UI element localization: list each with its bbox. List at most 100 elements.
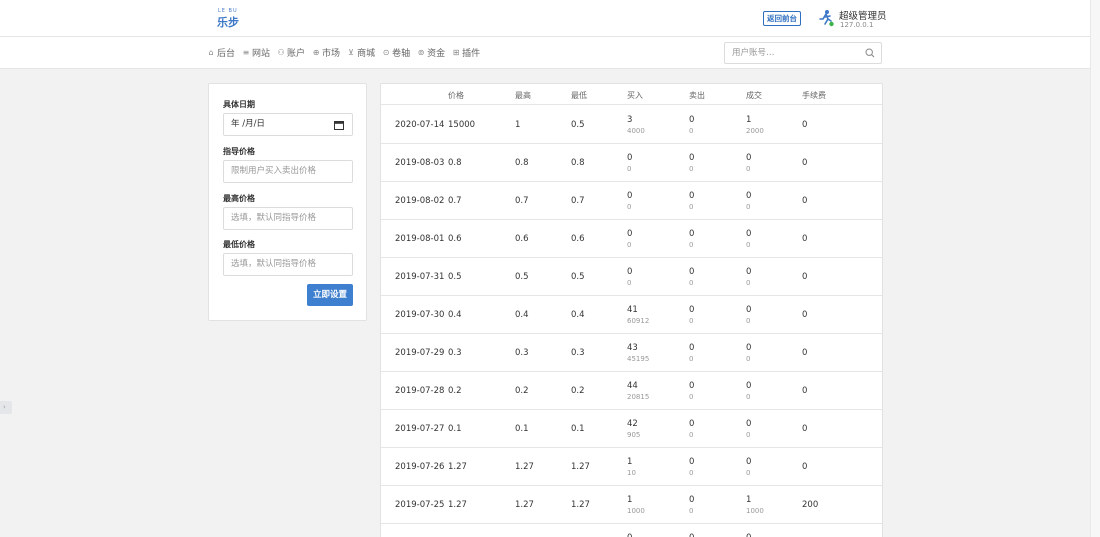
cell-high: 0.5	[515, 272, 529, 282]
table-row: 2019-07-28 0.2 0.2 0.2 44 20815 0 0 0 0 0	[381, 372, 882, 410]
table-header: 价格 最高 最低 买入 卖出 成交 手续费	[381, 84, 882, 105]
cell-sell-amount: 0	[689, 203, 694, 211]
cell-buy-count: 43	[627, 343, 638, 353]
cell-price: 1.27	[448, 462, 467, 472]
column-header-low: 最低	[571, 91, 587, 100]
cell-deal-amount: 0	[746, 355, 751, 363]
nav-item-label: 插件	[462, 49, 481, 59]
low-price-label: 最低价格	[223, 240, 255, 249]
nav-item-label: 商城	[357, 49, 376, 59]
apply-settings-button[interactable]: 立即设置	[307, 284, 353, 306]
guide-price-input[interactable]: 限制用户买入卖出价格	[223, 160, 353, 183]
cell-buy-amount: 0	[627, 241, 632, 249]
cell-buy-amount: 45195	[627, 355, 650, 363]
nav-item-mall[interactable]: ⊻ 商城	[347, 37, 375, 68]
runner-avatar-icon[interactable]	[817, 9, 835, 27]
cell-buy-count: 0	[627, 153, 633, 163]
cell-date: 2019-07-30	[395, 310, 445, 320]
cell-buy-count: 1	[627, 495, 633, 505]
cell-deal-count: 0	[746, 229, 752, 239]
users-icon: ⚇	[277, 47, 285, 57]
cell-sell-amount: 0	[689, 165, 694, 173]
cell-deal-amount: 0	[746, 431, 751, 439]
cell-sell-amount: 0	[689, 355, 694, 363]
grid-icon: ⊞	[452, 47, 460, 57]
nav-bar: ⌂ 后台 ≡ 网站 ⚇ 账户 ⊕ 市场 ⊻ 商城 ⊙ 卷轴 ⊚ 资金 ⊞ 插件	[0, 37, 1090, 69]
high-price-input[interactable]: 选填，默认同指导价格	[223, 207, 353, 230]
cell-high: 0.1	[515, 424, 529, 434]
cell-buy-amount: 20815	[627, 393, 650, 401]
cell-date: 2019-08-01	[395, 234, 445, 244]
page-scrollbar[interactable]	[1090, 0, 1100, 537]
search-icon[interactable]	[865, 48, 875, 58]
search-input[interactable]	[725, 43, 860, 63]
cell-sell-amount: 0	[689, 127, 694, 135]
column-header-deal: 成交	[746, 91, 762, 100]
user-name[interactable]: 超级管理员	[839, 8, 887, 22]
cell-deal-amount: 2000	[746, 127, 764, 135]
nav-item-funds[interactable]: ⊚ 资金	[417, 37, 445, 68]
nav-item-dashboard[interactable]: ⌂ 后台	[207, 37, 235, 68]
nav-item-market[interactable]: ⊕ 市场	[312, 37, 340, 68]
nav-item-scroll[interactable]: ⊙ 卷轴	[382, 37, 410, 68]
nav-menu: ⌂ 后台 ≡ 网站 ⚇ 账户 ⊕ 市场 ⊻ 商城 ⊙ 卷轴 ⊚ 资金 ⊞ 插件	[207, 37, 487, 68]
cell-price: 0.8	[448, 158, 462, 168]
user-ip: 127.0.0.1	[840, 21, 874, 29]
table-row: 2019-07-25 1.27 1.27 1.27 1 1000 0 0 1 1000 200	[381, 486, 882, 524]
date-input[interactable]: 年 /月/日	[223, 113, 353, 136]
nav-item-website[interactable]: ≡ 网站	[242, 37, 270, 68]
cell-deal-count: 0	[746, 381, 752, 391]
cell-sell-amount: 0	[689, 241, 694, 249]
cell-high: 0.2	[515, 386, 529, 396]
user-search-box	[724, 42, 882, 64]
cell-date: 2020-07-14	[395, 120, 445, 130]
cell-price: 15000	[448, 120, 476, 130]
cell-sell-count: 0	[689, 457, 695, 467]
cell-high: 0.7	[515, 196, 529, 206]
table-row: 2019-07-31 0.5 0.5 0.5 0 0 0 0 0 0 0	[381, 258, 882, 296]
high-price-label: 最高价格	[223, 194, 255, 203]
cell-high: 0.8	[515, 158, 529, 168]
nav-item-label: 资金	[427, 49, 446, 59]
cell-deal-amount: 0	[746, 165, 751, 173]
cell-deal-amount: 0	[746, 469, 751, 477]
cell-buy-count: 0	[627, 533, 632, 537]
nav-item-label: 账户	[287, 49, 306, 59]
cell-buy-amount: 0	[627, 279, 632, 287]
nav-item-accounts[interactable]: ⚇ 账户	[277, 37, 305, 68]
side-toggle-tab[interactable]: ›	[0, 401, 12, 414]
cell-deal-amount: 0	[746, 317, 751, 325]
cell-deal-count: 1	[746, 115, 752, 125]
cell-buy-amount: 4000	[627, 127, 645, 135]
cell-fee: 0	[802, 196, 808, 206]
price-setting-panel: 具体日期 年 /月/日 指导价格 限制用户买入卖出价格 最高价格 选填，默认同指…	[208, 83, 367, 321]
cell-fee: 0	[802, 120, 808, 130]
low-price-input[interactable]: 选填，默认同指导价格	[223, 253, 353, 276]
nav-item-label: 卷轴	[392, 49, 411, 59]
cell-fee: 0	[802, 348, 808, 358]
money-icon: ⊚	[417, 47, 425, 57]
column-header-fee: 手续费	[802, 91, 826, 100]
cell-high: 0.6	[515, 234, 529, 244]
calendar-icon[interactable]	[334, 120, 344, 130]
cell-sell-count: 0	[689, 381, 695, 391]
cell-date: 2019-07-25	[395, 500, 445, 510]
cell-sell-count: 0	[689, 153, 695, 163]
cell-price: 0.2	[448, 386, 462, 396]
cell-price: 0.7	[448, 196, 462, 206]
cell-fee: 0	[802, 234, 808, 244]
cell-sell-count: 0	[689, 495, 695, 505]
cell-high: 1	[515, 120, 521, 130]
cell-deal-count: 0	[746, 267, 752, 277]
cell-sell-amount: 0	[689, 317, 694, 325]
cell-low: 0.2	[571, 386, 585, 396]
cell-deal-count: 0	[746, 533, 751, 537]
back-to-frontend-button[interactable]: 返回前台	[763, 11, 801, 26]
logo[interactable]: LE BU 乐步	[216, 8, 242, 30]
cell-buy-count: 0	[627, 229, 633, 239]
cell-deal-count: 0	[746, 191, 752, 201]
cell-buy-amount: 0	[627, 165, 632, 173]
nav-item-plugins[interactable]: ⊞ 插件	[452, 37, 480, 68]
cell-low: 0.5	[571, 120, 585, 130]
cell-buy-amount: 0	[627, 203, 632, 211]
